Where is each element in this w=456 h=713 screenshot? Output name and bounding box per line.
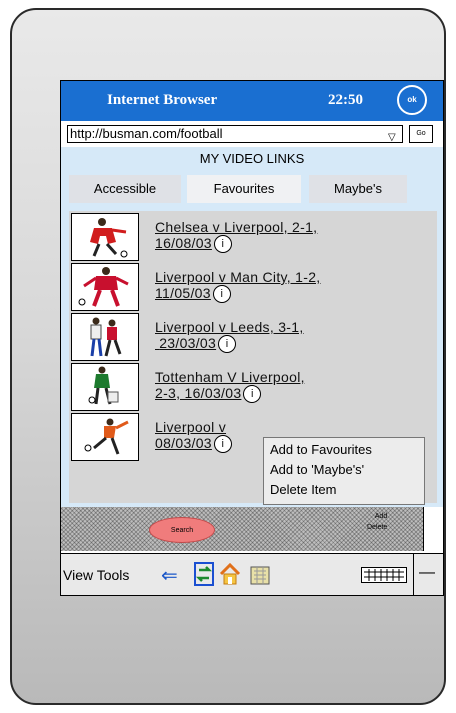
url-input[interactable]: http://busman.com/football ▽ bbox=[67, 125, 403, 143]
video-title: Liverpool v Leeds, 3-1, bbox=[155, 319, 304, 335]
bottom-toolbar: View Tools ⇐ — bbox=[61, 553, 443, 595]
menu-item-add-favourites[interactable]: Add to Favourites bbox=[264, 440, 424, 460]
video-date: 23/03/03 bbox=[159, 335, 217, 351]
info-icon[interactable]: i bbox=[213, 235, 232, 254]
delete-button[interactable]: Delete bbox=[367, 522, 387, 533]
back-arrow-icon[interactable]: ⇐ bbox=[161, 563, 178, 588]
footballers-tackle-icon bbox=[90, 317, 122, 357]
video-title: Liverpool v Man City, 1-2, bbox=[155, 269, 321, 285]
clock: 22:50 bbox=[328, 92, 363, 108]
video-title: Chelsea v Liverpool, 2-1, bbox=[155, 219, 318, 235]
context-menu: Add to Favourites Add to 'Maybe's' Delet… bbox=[263, 437, 425, 505]
video-thumbnail[interactable] bbox=[71, 413, 139, 461]
footballer-icon bbox=[90, 218, 128, 258]
tools-menu[interactable]: Tools bbox=[97, 567, 130, 583]
ok-button[interactable]: ok bbox=[397, 85, 427, 115]
video-date: 11/05/03 bbox=[155, 285, 211, 301]
refresh-icon[interactable] bbox=[193, 562, 215, 586]
info-icon[interactable]: i bbox=[212, 285, 231, 304]
video-link[interactable]: Liverpool v Leeds, 3-1, 23/03/03 i bbox=[155, 319, 304, 354]
tab-accessible[interactable]: Accessible bbox=[69, 175, 181, 203]
keyboard-icon[interactable] bbox=[361, 567, 407, 583]
add-delete-buttons: Add Delete bbox=[367, 511, 387, 533]
favorites-icon[interactable] bbox=[249, 562, 271, 586]
tab-maybes[interactable]: Maybe's bbox=[309, 175, 407, 203]
video-thumbnail[interactable] bbox=[71, 363, 139, 411]
menu-item-add-maybes[interactable]: Add to 'Maybe's' bbox=[264, 460, 424, 480]
video-link[interactable]: Liverpool v 08/03/03 i bbox=[155, 419, 232, 454]
video-thumbnail[interactable] bbox=[71, 213, 139, 261]
video-date: 2-3, 16/03/03 bbox=[155, 385, 242, 401]
video-title: Liverpool v bbox=[155, 419, 227, 435]
toolbar-divider bbox=[413, 554, 414, 595]
action-bar: Search Add Delete bbox=[61, 507, 423, 551]
info-icon[interactable]: i bbox=[243, 385, 262, 404]
title-bar: Internet Browser 22:50 ok bbox=[61, 81, 443, 121]
video-date: 08/03/03 bbox=[155, 435, 212, 451]
browser-screen: Internet Browser 22:50 ok http://busman.… bbox=[60, 80, 444, 596]
video-date: 16/08/03 bbox=[155, 235, 212, 251]
footballer-icon bbox=[78, 267, 129, 307]
view-menu[interactable]: View bbox=[63, 567, 93, 583]
address-bar: http://busman.com/football ▽ Go bbox=[61, 123, 443, 145]
minimize-icon[interactable]: — bbox=[419, 564, 435, 582]
app-title: Internet Browser bbox=[107, 92, 218, 108]
video-title: Tottenham V Liverpool, bbox=[155, 369, 305, 385]
video-link[interactable]: Liverpool v Man City, 1-2, 11/05/03 i bbox=[155, 269, 321, 304]
footballer-kick-icon bbox=[84, 418, 129, 455]
info-icon[interactable]: i bbox=[218, 335, 237, 354]
side-strip bbox=[423, 507, 443, 551]
video-link[interactable]: Tottenham V Liverpool, 2-3, 16/03/03 i bbox=[155, 369, 305, 404]
dropdown-arrow-icon[interactable]: ▽ bbox=[388, 130, 396, 146]
home-icon[interactable] bbox=[219, 562, 241, 586]
pda-device: Internet Browser 22:50 ok http://busman.… bbox=[10, 8, 446, 705]
tab-favourites[interactable]: Favourites bbox=[187, 175, 301, 203]
menu-item-delete[interactable]: Delete Item bbox=[264, 480, 424, 500]
video-link[interactable]: Chelsea v Liverpool, 2-1, 16/08/03 i bbox=[155, 219, 318, 254]
toolbar-menus: View Tools bbox=[63, 567, 129, 583]
add-button[interactable]: Add bbox=[367, 511, 387, 522]
info-icon[interactable]: i bbox=[213, 435, 232, 454]
footballers-group-icon bbox=[88, 366, 119, 405]
url-text: http://busman.com/football bbox=[70, 126, 223, 141]
video-thumbnail[interactable] bbox=[71, 263, 139, 311]
search-button[interactable]: Search bbox=[149, 517, 215, 543]
go-button[interactable]: Go bbox=[409, 125, 433, 143]
video-thumbnail[interactable] bbox=[71, 313, 139, 361]
page-title: MY VIDEO LINKS bbox=[199, 151, 305, 166]
